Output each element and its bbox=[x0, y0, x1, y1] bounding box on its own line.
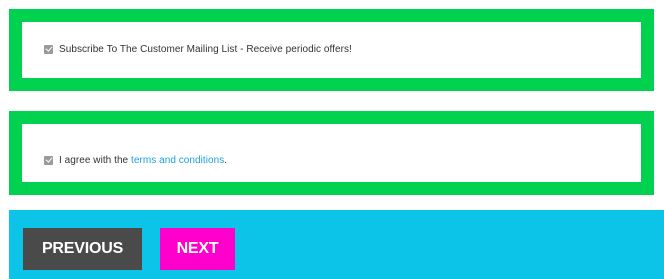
previous-button[interactable]: PREVIOUS bbox=[23, 228, 142, 270]
terms-checkbox[interactable] bbox=[44, 155, 53, 165]
terms-label: I agree with the terms and conditions. bbox=[59, 155, 227, 166]
terms-row: I agree with the terms and conditions. bbox=[22, 124, 641, 182]
navigation-bar: PREVIOUS NEXT bbox=[9, 210, 664, 279]
mailing-list-section: Subscribe To The Customer Mailing List -… bbox=[9, 9, 654, 91]
terms-section: I agree with the terms and conditions. bbox=[9, 111, 654, 195]
terms-label-prefix: I agree with the bbox=[59, 154, 132, 166]
mailing-list-label[interactable]: Subscribe To The Customer Mailing List -… bbox=[59, 44, 352, 55]
mailing-list-row: Subscribe To The Customer Mailing List -… bbox=[22, 22, 641, 78]
terms-link[interactable]: terms and conditions bbox=[131, 155, 224, 166]
mailing-list-checkbox[interactable] bbox=[44, 44, 53, 54]
terms-label-suffix: . bbox=[224, 154, 228, 166]
form-page: Subscribe To The Customer Mailing List -… bbox=[0, 0, 664, 279]
next-button[interactable]: NEXT bbox=[160, 228, 235, 270]
